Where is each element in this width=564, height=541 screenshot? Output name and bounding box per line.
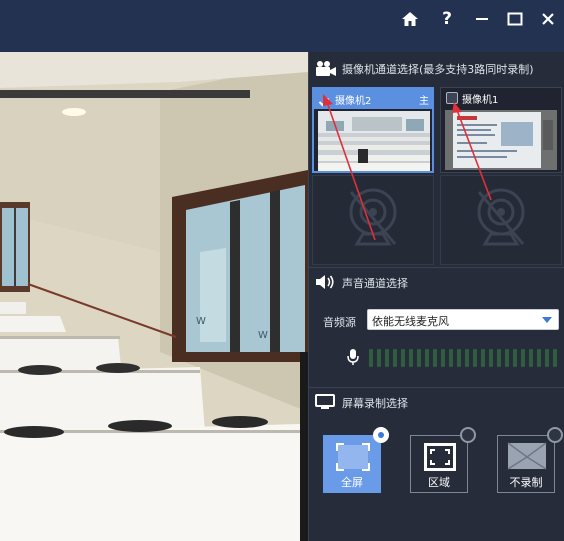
level-bar (385, 349, 389, 367)
level-bar (409, 349, 413, 367)
close-icon[interactable] (537, 8, 559, 30)
fullscreen-icon (334, 442, 372, 476)
audio-source-value: 依能无线麦克风 (372, 315, 449, 328)
audio-section-title: 声音通道选择 (342, 277, 408, 290)
level-bar (537, 349, 541, 367)
audio-source-label: 音频源 (323, 316, 356, 329)
minimize-icon[interactable] (471, 8, 493, 30)
level-bar (513, 349, 517, 367)
level-bar (425, 349, 429, 367)
dropdown-arrow-icon[interactable] (542, 317, 552, 323)
level-bar (521, 349, 525, 367)
level-bar (481, 349, 485, 367)
no-record-option[interactable]: 不录制 (497, 435, 555, 493)
microphone-icon (347, 348, 359, 370)
level-bar (377, 349, 381, 367)
audio-level-meter (369, 349, 557, 367)
level-bar (497, 349, 501, 367)
recorder-window: ? W W 摄像机通道选择(最多支持3路同时录制) 摄像机2 主 摄像机1 声音… (0, 0, 564, 541)
no-record-icon (507, 442, 547, 476)
screen-section-title: 屏幕录制选择 (342, 397, 408, 410)
level-bar (545, 349, 549, 367)
level-bar (465, 349, 469, 367)
audio-source-dropdown[interactable]: 依能无线麦克风 (367, 309, 559, 330)
level-bar (401, 349, 405, 367)
level-bar (449, 349, 453, 367)
level-bar (489, 349, 493, 367)
level-bar (433, 349, 437, 367)
svg-text:W: W (196, 316, 206, 327)
fullscreen-radio[interactable] (373, 427, 389, 443)
region-radio[interactable] (460, 427, 476, 443)
level-bar (473, 349, 477, 367)
level-bar (505, 349, 509, 367)
maximize-icon[interactable] (504, 8, 526, 30)
settings-panel: 摄像机通道选择(最多支持3路同时录制) 摄像机2 主 摄像机1 声音通道选择 音… (308, 52, 564, 541)
region-label: 区域 (428, 476, 450, 489)
annotation-arrows (323, 94, 492, 241)
level-bar (457, 349, 461, 367)
level-bar (417, 349, 421, 367)
level-bar (393, 349, 397, 367)
audio-section-header: 声音通道选择 (309, 270, 564, 296)
level-bar (369, 349, 373, 367)
no-record-label: 不录制 (509, 476, 543, 489)
screen-section-header: 屏幕录制选择 (309, 390, 564, 416)
no-record-radio[interactable] (547, 427, 563, 443)
region-select-icon (421, 442, 459, 476)
fullscreen-option[interactable]: 全屏 (323, 435, 381, 493)
title-bar: ? (0, 0, 564, 52)
speaker-icon (315, 274, 335, 294)
home-icon[interactable] (399, 8, 421, 30)
svg-text:W: W (258, 330, 268, 341)
level-bar (441, 349, 445, 367)
camera-preview: W W (0, 52, 308, 541)
fullscreen-label: 全屏 (341, 476, 363, 489)
section-divider (309, 387, 564, 388)
region-option[interactable]: 区域 (410, 435, 468, 493)
monitor-icon (315, 394, 335, 414)
help-icon[interactable]: ? (436, 8, 458, 30)
level-bar (529, 349, 533, 367)
section-divider (309, 267, 564, 268)
level-bar (553, 349, 557, 367)
